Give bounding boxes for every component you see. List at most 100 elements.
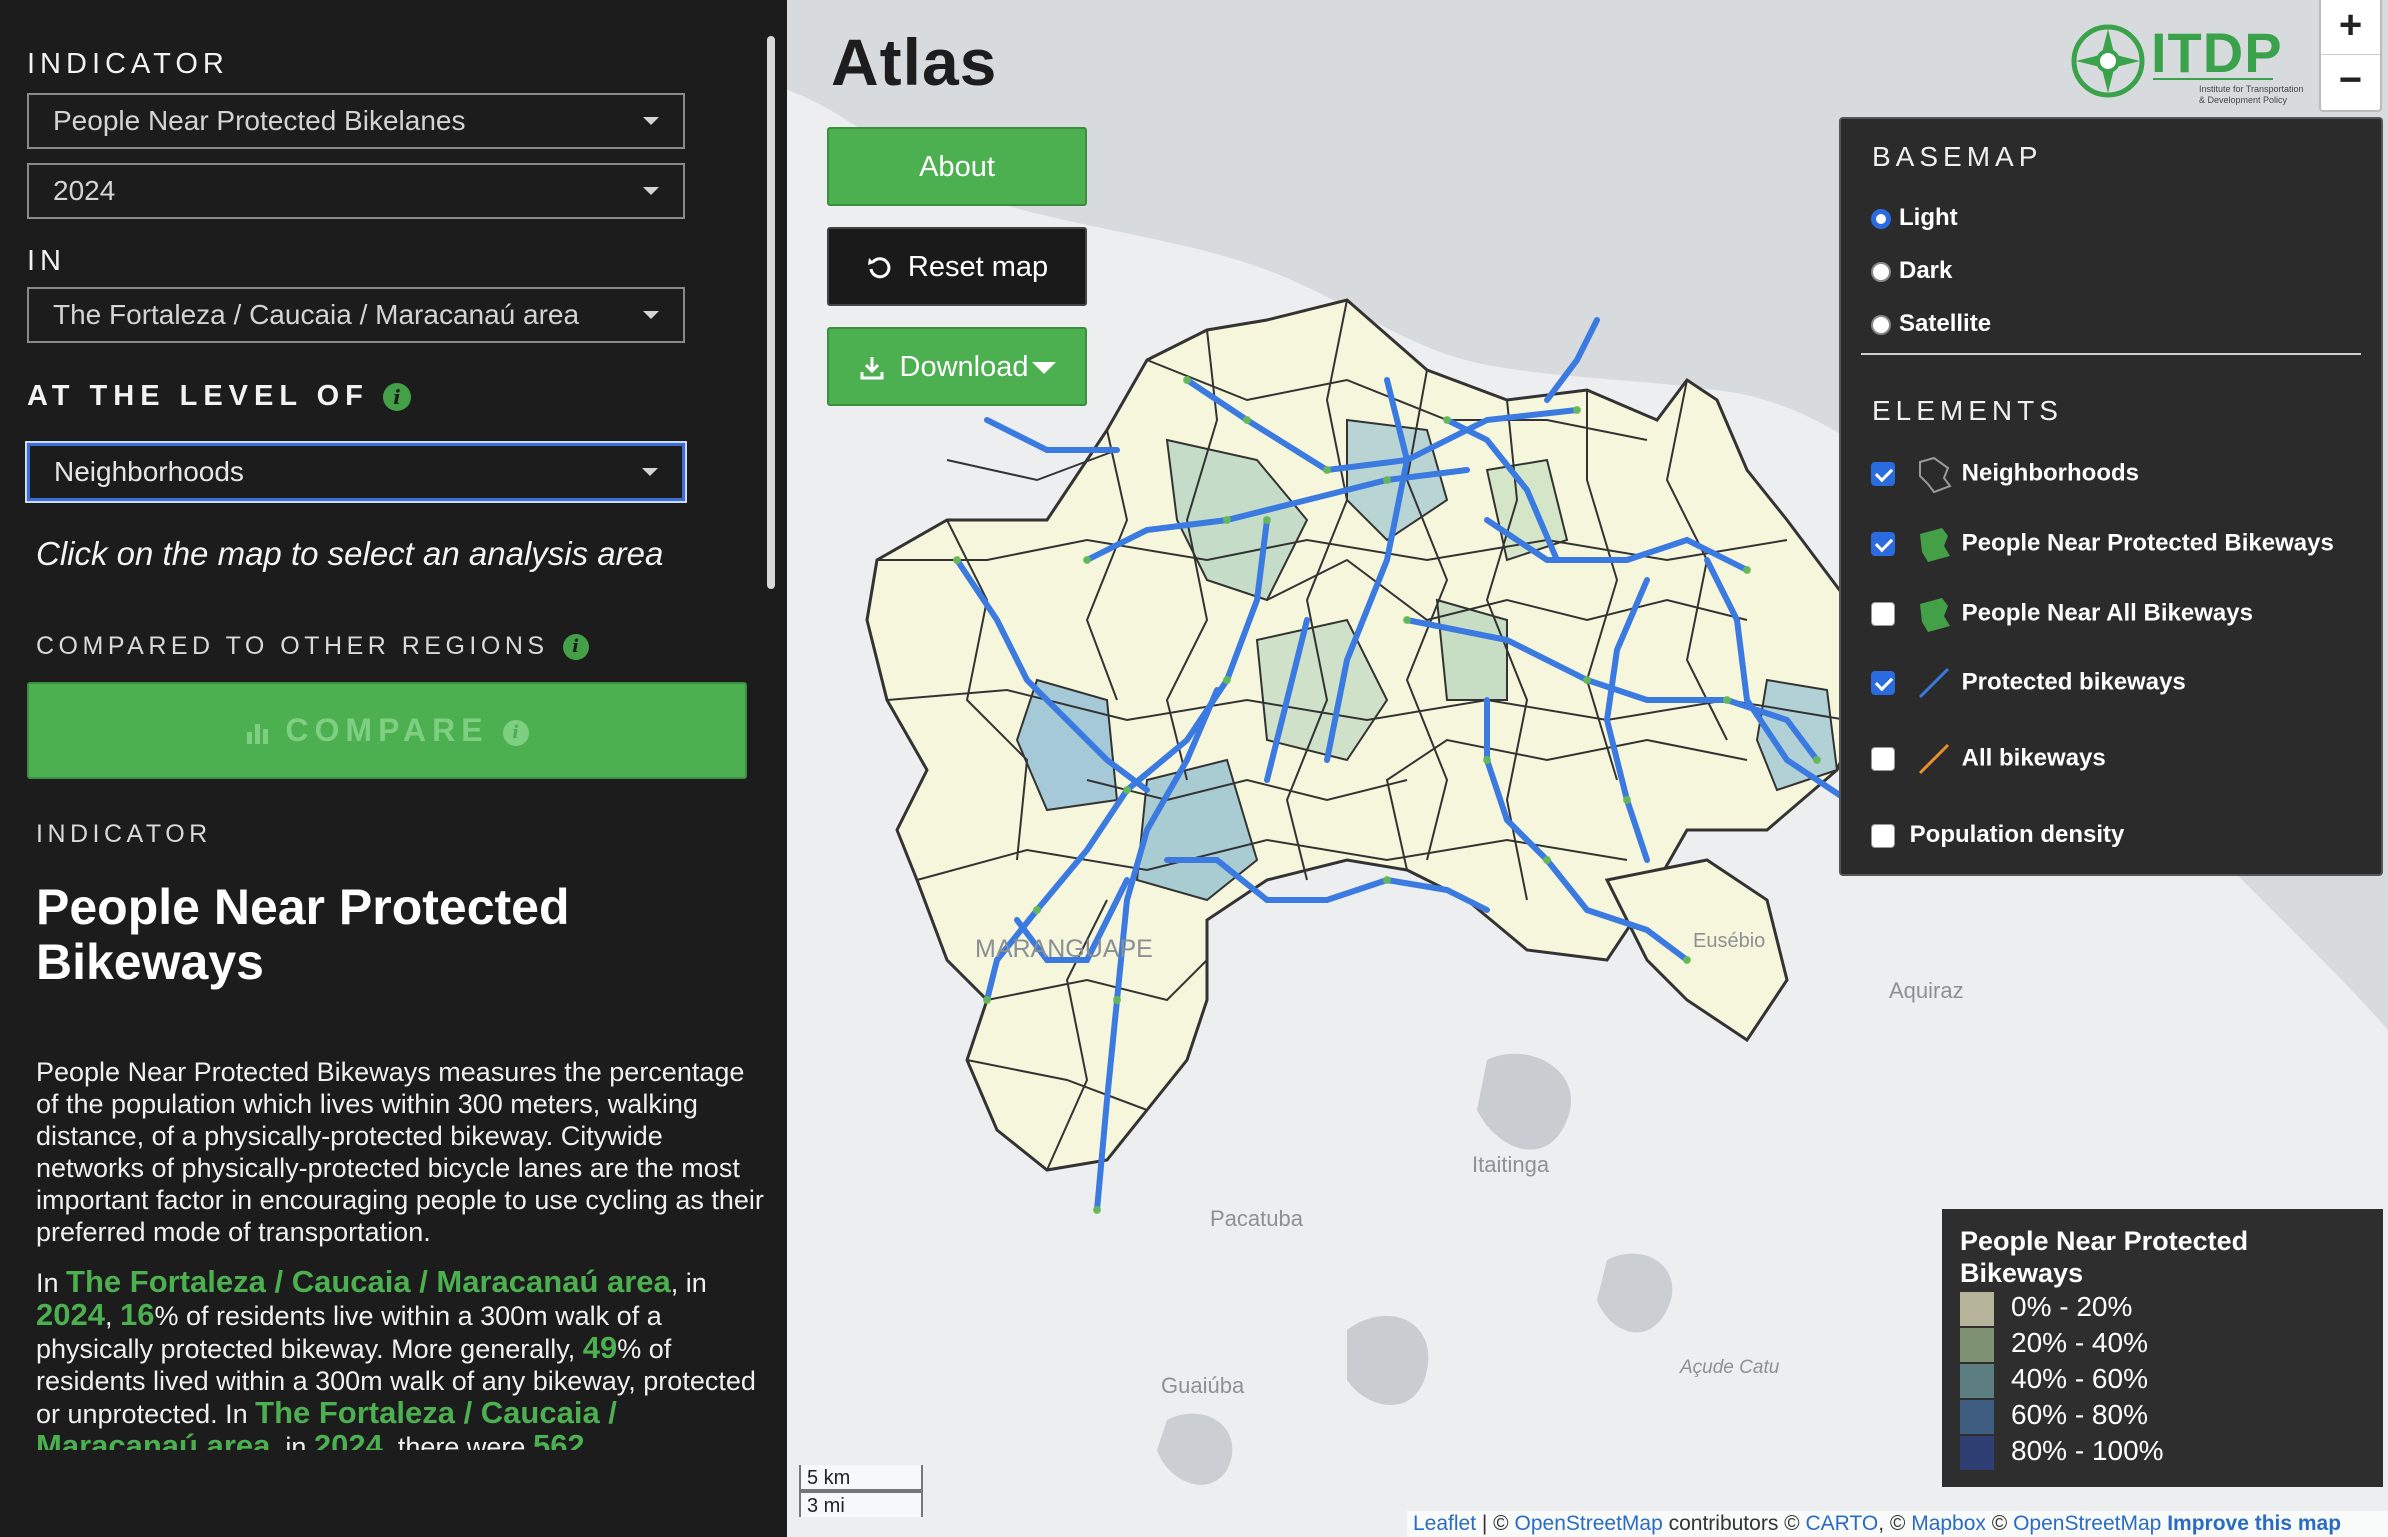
reset-map-button[interactable]: Reset map <box>827 227 1087 306</box>
checkbox[interactable] <box>1871 602 1895 626</box>
basemap-title: BASEMAP <box>1872 141 2043 172</box>
legend-item: 80% - 100% <box>1960 1433 2365 1470</box>
summary-text: , in <box>670 1268 707 1298</box>
element-label: Protected bikeways <box>1961 668 2186 696</box>
compared-label-text: COMPARED TO OTHER REGIONS <box>36 632 549 660</box>
legend-item: 20% - 40% <box>1960 1325 2365 1362</box>
reset-map-button-label: Reset map <box>907 251 1049 283</box>
legend-item: 40% - 60% <box>1960 1361 2365 1398</box>
indicator-title: People Near Protected Bikeways <box>36 879 570 990</box>
place-label-itaitinga: Itaitinga <box>1472 1152 1550 1177</box>
blue-line-icon <box>1918 667 1949 699</box>
element-toggle-all-bikeways[interactable]: All bikeways <box>1871 739 2106 779</box>
info-icon[interactable]: i <box>502 719 529 746</box>
panel-divider <box>1861 353 2361 355</box>
download-button-label: Download <box>899 351 1029 383</box>
level-select[interactable]: Neighborhoods <box>27 443 685 501</box>
neighborhoods-layer <box>865 298 1869 1172</box>
legend-items: 0% - 20% 20% - 40% 40% - 60% 60% - 80% 80% -… <box>1960 1289 2365 1470</box>
legend-label: 0% - 20% <box>2011 1291 2133 1322</box>
legend-label: 20% - 40% <box>2011 1327 2148 1358</box>
attribution-text: | © <box>1476 1512 1515 1535</box>
element-toggle-people-near-protected[interactable]: People Near Protected Bikeways <box>1871 524 2334 564</box>
green-area-icon <box>1919 598 1950 632</box>
summary-text: , there were <box>382 1432 533 1450</box>
info-icon[interactable]: i <box>382 383 411 412</box>
elements-title: ELEMENTS <box>1872 395 2063 426</box>
scale-bar: 5 km 3 mi <box>799 1465 923 1517</box>
place-label-pacatuba: Pacatuba <box>1210 1206 1303 1231</box>
summary-pct-protected: 16 <box>119 1297 155 1332</box>
element-toggle-people-near-all[interactable]: People Near All Bikeways <box>1871 594 2253 634</box>
element-toggle-population-density[interactable]: Population density <box>1871 821 2124 849</box>
legend-swatch <box>1960 1291 1994 1326</box>
basemap-option-light[interactable]: Light <box>1871 204 1958 232</box>
checkbox[interactable] <box>1871 747 1895 771</box>
map-canvas[interactable]: MARANGUAPE Aquiraz Itaitinga Pacatuba Gu… <box>787 0 2388 1537</box>
indicator-description: People Near Protected Bikeways measures … <box>36 1057 764 1247</box>
summary-year: 2024 <box>36 1297 105 1332</box>
checkbox[interactable] <box>1871 462 1895 486</box>
osm-link[interactable]: OpenStreetMap <box>1515 1512 1663 1535</box>
place-label-guaiuba: Guaiúba <box>1161 1373 1245 1398</box>
element-toggle-protected-bikeways[interactable]: Protected bikeways <box>1871 663 2186 703</box>
improve-map-link[interactable]: Improve this map <box>2167 1512 2341 1535</box>
checkbox[interactable] <box>1871 671 1895 695</box>
legend-swatch <box>1960 1435 1994 1470</box>
radio-button[interactable] <box>1871 208 1891 229</box>
year-select-value: 2024 <box>53 175 116 206</box>
map-legend: People Near Protected Bikeways 0% - 20% 2… <box>1942 1209 2383 1487</box>
indicator-section-label: INDICATOR <box>36 820 212 848</box>
element-label: Neighborhoods <box>1961 459 2139 487</box>
legend-title: People Near Protected Bikeways <box>1960 1226 2249 1288</box>
basemap-option-label: Satellite <box>1899 310 1992 337</box>
place-label-eusebio: Eusébio <box>1693 930 1766 952</box>
leaflet-link[interactable]: Leaflet <box>1413 1512 1476 1535</box>
compared-label: COMPARED TO OTHER REGIONS i <box>36 632 589 661</box>
level-label-text: AT THE LEVEL OF <box>27 380 369 412</box>
checkbox[interactable] <box>1871 823 1895 848</box>
legend-label: 40% - 60% <box>2011 1363 2148 1394</box>
neighborhood-outline-icon <box>1918 456 1952 494</box>
zoom-in-button[interactable]: + <box>2321 0 2380 55</box>
compare-button-label: COMPARE <box>285 712 489 748</box>
summary-count: 562 <box>532 1428 585 1451</box>
bar-chart-icon <box>247 723 269 744</box>
year-select[interactable]: 2024 <box>27 163 685 219</box>
compare-button[interactable]: COMPARE i <box>27 682 747 779</box>
area-select[interactable]: The Fortaleza / Caucaia / Maracanaú area <box>27 287 685 343</box>
in-label: IN <box>27 245 66 277</box>
scale-km: 5 km <box>799 1465 923 1491</box>
about-button[interactable]: About <box>827 127 1087 206</box>
radio-button[interactable] <box>1871 314 1891 335</box>
info-icon[interactable]: i <box>562 634 589 661</box>
chevron-down-icon <box>643 187 659 195</box>
chevron-down-icon <box>643 117 659 125</box>
carto-link[interactable]: CARTO <box>1805 1512 1878 1535</box>
legend-swatch <box>1960 1327 1994 1362</box>
indicator-select-value: People Near Protected Bikelanes <box>53 105 466 136</box>
basemap-option-satellite[interactable]: Satellite <box>1871 310 1991 338</box>
summary-area: The Fortaleza / Caucaia / Maracanaú area <box>66 1266 671 1299</box>
itdp-emblem-icon <box>2071 24 2145 98</box>
indicator-summary: In The Fortaleza / Caucaia / Maracanaú a… <box>36 1266 766 1450</box>
itdp-logo-subtitle-2: & Development Policy <box>2199 95 2288 105</box>
green-area-icon <box>1919 528 1950 562</box>
checkbox[interactable] <box>1871 532 1895 556</box>
attribution-text: contributors © <box>1662 1512 1806 1535</box>
zoom-out-button[interactable]: − <box>2321 55 2380 109</box>
chevron-down-icon <box>642 468 658 476</box>
element-label: People Near Protected Bikeways <box>1961 529 2334 557</box>
element-toggle-neighborhoods[interactable]: Neighborhoods <box>1871 454 2139 494</box>
basemap-option-dark[interactable]: Dark <box>1871 257 1952 285</box>
download-button[interactable]: Download <box>827 327 1087 406</box>
mapbox-link[interactable]: Mapbox <box>1911 1512 1986 1535</box>
level-select-value: Neighborhoods <box>54 456 244 487</box>
legend-label: 60% - 80% <box>2011 1399 2148 1430</box>
sidebar-scrollbar[interactable] <box>767 36 775 589</box>
summary-text: In <box>36 1268 67 1298</box>
osm-link[interactable]: OpenStreetMap <box>2013 1512 2161 1535</box>
radio-button[interactable] <box>1871 261 1891 282</box>
element-label: People Near All Bikeways <box>1961 599 2253 627</box>
indicator-select[interactable]: People Near Protected Bikelanes <box>27 93 685 149</box>
